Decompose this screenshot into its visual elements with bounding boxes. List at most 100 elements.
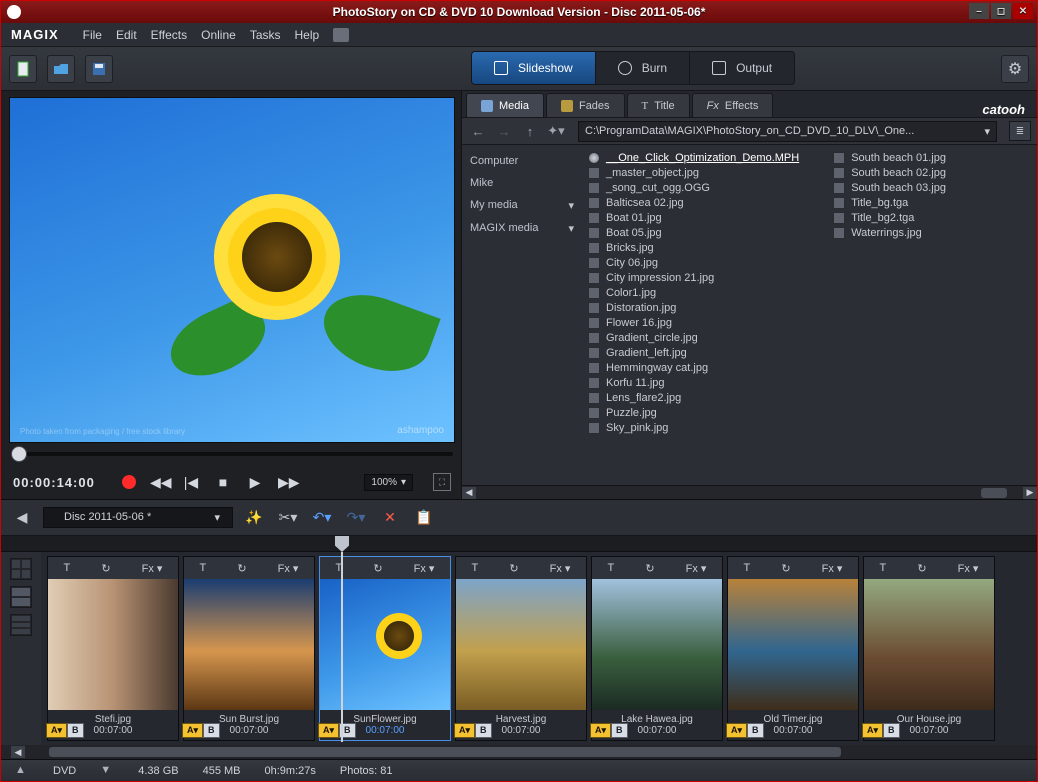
file-item[interactable]: Hemmingway cat.jpg [586,361,801,375]
tab-effects[interactable]: FxEffects [692,93,774,117]
view-strip[interactable] [10,586,32,608]
clip-fx-btn[interactable]: Fx ▾ [142,562,163,575]
file-item[interactable]: City impression 21.jpg [586,271,801,285]
file-item[interactable]: Balticsea 02.jpg [586,196,801,210]
clip-thumb[interactable] [320,579,450,710]
clip-rotate-btn[interactable]: ↻ [101,562,110,575]
scroll-left-icon[interactable]: ◀ [462,487,476,499]
tab-title[interactable]: TTitle [627,93,690,117]
clip-rotate-btn[interactable]: ↻ [781,562,790,575]
playhead[interactable] [335,536,349,552]
transition-ab[interactable]: A▾B [454,723,492,738]
clip-title-btn[interactable]: T [200,562,207,574]
file-item[interactable]: Boat 05.jpg [586,226,801,240]
view-grid[interactable] [10,558,32,580]
nav-back[interactable]: ← [468,121,488,141]
menu-edit[interactable]: Edit [116,28,137,42]
clip-thumb[interactable] [592,579,722,710]
clip-item[interactable]: T↻Fx ▾A▾BSun Burst.jpg00:07:00 [183,556,315,741]
tl-scroll-left[interactable]: ◀ [11,746,25,758]
file-item[interactable]: Gradient_left.jpg [586,346,801,360]
file-item[interactable]: __One_Click_Optimization_Demo.MPH [586,151,801,165]
file-item[interactable]: Title_bg2.tga [831,211,948,225]
clip-thumb[interactable] [864,579,994,710]
clip-item[interactable]: T↻Fx ▾A▾BOld Timer.jpg00:07:00 [727,556,859,741]
tl-scrollbar-thumb[interactable] [49,747,841,757]
save-button[interactable] [85,55,113,83]
transition-ab[interactable]: A▾B [318,723,356,738]
mode-slideshow[interactable]: Slideshow [472,52,596,84]
menu-online[interactable]: Online [201,28,236,42]
clip-item[interactable]: T↻Fx ▾A▾BStefi.jpg00:07:00 [47,556,179,741]
clip-title-btn[interactable]: T [64,562,71,574]
file-item[interactable]: _master_object.jpg [586,166,801,180]
menu-file[interactable]: File [83,28,102,42]
clip-title-btn[interactable]: T [744,562,751,574]
file-item[interactable]: Lens_flare2.jpg [586,391,801,405]
split-button[interactable]: ✂▾ [275,506,301,530]
tree-user[interactable]: Mike [470,177,574,189]
clip-title-btn[interactable]: T [608,562,615,574]
file-item[interactable]: South beach 02.jpg [831,166,948,180]
menu-effects[interactable]: Effects [151,28,187,42]
settings-button[interactable]: ⚙ [1001,55,1029,83]
clip-item[interactable]: T↻Fx ▾A▾BHarvest.jpg00:07:00 [455,556,587,741]
path-field[interactable]: C:\ProgramData\MAGIX\PhotoStory_on_CD_DV… [578,121,997,142]
timeline-ruler[interactable] [1,536,1037,552]
transition-ab[interactable]: A▾B [182,723,220,738]
stop-button[interactable]: ■ [214,474,232,490]
menu-tasks[interactable]: Tasks [250,28,281,42]
clip-thumb[interactable] [48,579,178,710]
clip-fx-btn[interactable]: Fx ▾ [958,562,979,575]
status-up-icon[interactable]: ▲ [15,764,29,778]
clip-item[interactable]: T↻Fx ▾A▾BLake Hawea.jpg00:07:00 [591,556,723,741]
file-item[interactable]: Color1.jpg [586,286,801,300]
browser-scrollbar[interactable]: ◀ ▶ [462,485,1037,499]
fwd-button[interactable]: ▶▶ [278,474,296,491]
file-item[interactable]: South beach 03.jpg [831,181,948,195]
file-item[interactable]: Puzzle.jpg [586,406,801,420]
preview-image[interactable]: ashampoo Photo taken from packaging / fr… [9,97,455,443]
wizard-button[interactable]: ✨ [241,506,267,530]
mode-burn[interactable]: Burn [596,52,690,84]
clip-rotate-btn[interactable]: ↻ [373,562,382,575]
scrollbar-thumb[interactable] [981,488,1007,498]
undo-button[interactable]: ↶▾ [309,506,335,530]
redo-button[interactable]: ↷▾ [343,506,369,530]
clip-fx-btn[interactable]: Fx ▾ [550,562,571,575]
maximize-button[interactable]: ◻ [991,3,1011,19]
file-item[interactable]: Boat 01.jpg [586,211,801,225]
file-item[interactable]: Sky_pink.jpg [586,421,801,435]
record-button[interactable] [122,475,136,489]
clip-rotate-btn[interactable]: ↻ [645,562,654,575]
timeline-scrollbar[interactable]: ◀ [1,745,1037,759]
view-timeline[interactable] [10,614,32,636]
open-button[interactable] [47,55,75,83]
catooh-link[interactable]: catooh [982,102,1025,117]
file-item[interactable]: Distoration.jpg [586,301,801,315]
transition-ab[interactable]: A▾B [726,723,764,738]
delete-button[interactable]: ✕ [377,506,403,530]
play-button[interactable]: ▶ [246,474,264,491]
disc-select[interactable]: Disc 2011-05-06 *▾ [43,507,233,528]
clip-item[interactable]: T↻Fx ▾A▾BSunFlower.jpg00:07:00 [319,556,451,741]
tree-mymedia[interactable]: My media▾ [470,199,574,212]
paste-button[interactable]: 📋 [411,506,437,530]
clip-thumb[interactable] [456,579,586,710]
tree-magix[interactable]: MAGIX media▾ [470,222,574,235]
clip-fx-btn[interactable]: Fx ▾ [278,562,299,575]
file-item[interactable]: Bricks.jpg [586,241,801,255]
help-icon[interactable] [333,28,349,42]
clip-fx-btn[interactable]: Fx ▾ [822,562,843,575]
clip-thumb[interactable] [184,579,314,710]
file-item[interactable]: Title_bg.tga [831,196,948,210]
file-item[interactable]: Waterrings.jpg [831,226,948,240]
nav-forward[interactable]: → [494,121,514,141]
clip-rotate-btn[interactable]: ↻ [509,562,518,575]
tab-media[interactable]: Media [466,93,544,117]
fullscreen-button[interactable]: ⛶ [433,473,451,491]
transition-ab[interactable]: A▾B [862,723,900,738]
minimize-button[interactable]: – [969,3,989,19]
clip-title-btn[interactable]: T [336,562,343,574]
view-toggle[interactable]: ≣ [1009,121,1031,141]
